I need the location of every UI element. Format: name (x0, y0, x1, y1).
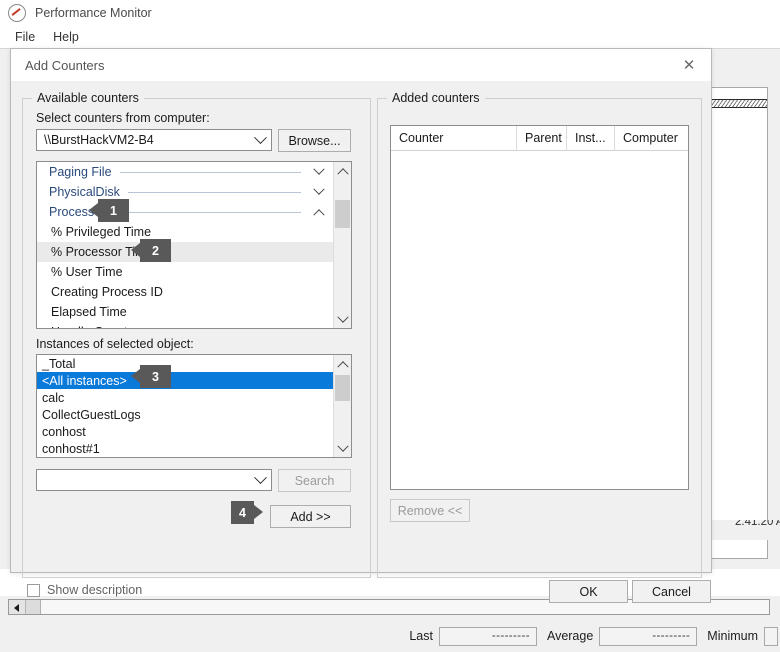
menu-file[interactable]: File (6, 28, 44, 46)
added-counters-table-rows[interactable] (391, 151, 688, 490)
group-rule-line (128, 192, 301, 193)
added-counters-group: Added counters Counter Parent Inst... Co… (377, 98, 702, 578)
instance-label: _Total (42, 357, 75, 371)
instances-scrollbar-thumb[interactable] (335, 375, 350, 401)
search-combobox[interactable] (36, 469, 272, 491)
counter-item-row[interactable]: % User Time (37, 262, 333, 282)
performance-monitor-icon (8, 4, 26, 22)
menu-help[interactable]: Help (44, 28, 88, 46)
counter-item-label: Handle Count (51, 325, 127, 328)
instance-row[interactable]: conhost#1 (37, 440, 333, 457)
counter-group-label: PhysicalDisk (49, 185, 120, 199)
instance-row[interactable]: CollectGuestLogs (37, 406, 333, 423)
chevron-up-icon[interactable] (309, 208, 329, 216)
added-counters-table-header: Counter Parent Inst... Computer (391, 126, 688, 151)
stat-value-box: --------- (439, 627, 537, 646)
chevron-up-icon[interactable] (334, 162, 351, 179)
horizontal-scrollbar-thumb[interactable] (26, 600, 41, 614)
dialog-title: Add Counters (25, 58, 105, 73)
column-header-computer[interactable]: Computer (615, 126, 688, 150)
column-header-counter[interactable]: Counter (391, 126, 517, 150)
counter-group-row[interactable]: PhysicalDisk (37, 182, 333, 202)
instances-scrollbar[interactable] (333, 355, 351, 457)
cancel-button[interactable]: Cancel (632, 580, 711, 603)
counter-group-row[interactable]: Process (37, 202, 333, 222)
available-counters-tree-rows[interactable]: Paging File PhysicalDisk Process % Privileg… (37, 162, 333, 328)
counter-item-label: Creating Process ID (51, 285, 163, 299)
counter-item-row[interactable]: % Processor Time (37, 242, 333, 262)
app-titlebar: Performance Monitor (0, 0, 780, 26)
dialog-titlebar: Add Counters ✕ (11, 49, 711, 81)
stat-label: Average (547, 629, 593, 643)
counter-item-row[interactable]: Creating Process ID (37, 282, 333, 302)
callout-badge-1: 1 (98, 199, 129, 222)
chevron-down-icon[interactable] (249, 136, 271, 145)
app-menubar: File Help (0, 26, 780, 48)
instances-list-rows[interactable]: _Total <All instances> calc CollectGuestLog… (37, 355, 333, 457)
instance-row[interactable]: _Total (37, 355, 333, 372)
callout-badge-3: 3 (140, 365, 171, 388)
added-counters-table[interactable]: Counter Parent Inst... Computer (390, 125, 689, 490)
ok-button[interactable]: OK (549, 580, 628, 603)
computer-combobox-value: \\BurstHackVM2-B4 (37, 133, 249, 147)
counter-group-label: Paging File (49, 165, 112, 179)
show-description-row[interactable]: Show description (27, 583, 142, 597)
group-rule-line (102, 212, 301, 213)
counter-item-label: % User Time (51, 265, 123, 279)
show-description-label: Show description (47, 583, 142, 597)
group-rule-line (120, 172, 301, 173)
chevron-up-icon[interactable] (334, 355, 351, 372)
counter-item-label: % Privileged Time (51, 225, 151, 239)
time-axis-tick: 2:41:20 AM (735, 520, 780, 528)
stat-label: Last (409, 629, 433, 643)
instance-label: conhost (42, 425, 86, 439)
instances-label: Instances of selected object: (36, 337, 194, 351)
close-icon[interactable]: ✕ (667, 49, 711, 80)
column-header-instance[interactable]: Inst... (567, 126, 615, 150)
counter-group-row[interactable]: Paging File (37, 162, 333, 182)
instance-label: CollectGuestLogs (42, 408, 141, 422)
stat-label: Minimum (707, 629, 758, 643)
instances-list[interactable]: _Total <All instances> calc CollectGuestLog… (36, 354, 352, 458)
add-button[interactable]: Add >> (270, 505, 351, 528)
chevron-down-icon[interactable] (309, 168, 329, 176)
instance-label: calc (42, 391, 64, 405)
dialog-body: Available counters Select counters from … (11, 81, 711, 572)
scroll-left-arrow-icon[interactable] (9, 600, 26, 614)
callout-badge-2: 2 (140, 239, 171, 262)
add-counters-dialog: Add Counters ✕ Available counters Select… (10, 48, 712, 573)
counters-tree-scrollbar-thumb[interactable] (335, 200, 350, 228)
added-counters-legend: Added counters (387, 91, 485, 105)
stat-value-box: --------- (599, 627, 697, 646)
counter-item-row[interactable]: Elapsed Time (37, 302, 333, 322)
app-title: Performance Monitor (35, 6, 152, 20)
available-counters-legend: Available counters (32, 91, 144, 105)
show-description-checkbox[interactable] (27, 584, 40, 597)
counter-item-row[interactable]: Handle Count (37, 322, 333, 328)
instance-label: <All instances> (42, 374, 127, 388)
chevron-down-icon[interactable] (334, 440, 351, 457)
instance-row[interactable]: calc (37, 389, 333, 406)
stat-value-box (764, 627, 778, 646)
instance-row[interactable]: conhost (37, 423, 333, 440)
select-computer-label: Select counters from computer: (36, 111, 210, 125)
callout-badge-4: 4 (231, 501, 254, 524)
chevron-down-icon[interactable] (334, 311, 351, 328)
counter-item-label: Elapsed Time (51, 305, 127, 319)
remove-button[interactable]: Remove << (390, 499, 470, 522)
statistics-bar: Last --------- Average --------- Minimum (0, 620, 780, 652)
column-header-parent[interactable]: Parent (517, 126, 567, 150)
available-counters-tree[interactable]: Paging File PhysicalDisk Process % Privileg… (36, 161, 352, 329)
chevron-down-icon[interactable] (249, 476, 271, 485)
instance-row[interactable]: <All instances> (37, 372, 333, 389)
computer-combobox[interactable]: \\BurstHackVM2-B4 (36, 129, 272, 151)
counter-item-row[interactable]: % Privileged Time (37, 222, 333, 242)
counters-tree-scrollbar[interactable] (333, 162, 351, 328)
search-button[interactable]: Search (278, 469, 351, 492)
instance-label: conhost#1 (42, 442, 100, 456)
browse-button[interactable]: Browse... (278, 129, 351, 152)
chevron-down-icon[interactable] (309, 188, 329, 196)
counter-group-label: Process (49, 205, 94, 219)
